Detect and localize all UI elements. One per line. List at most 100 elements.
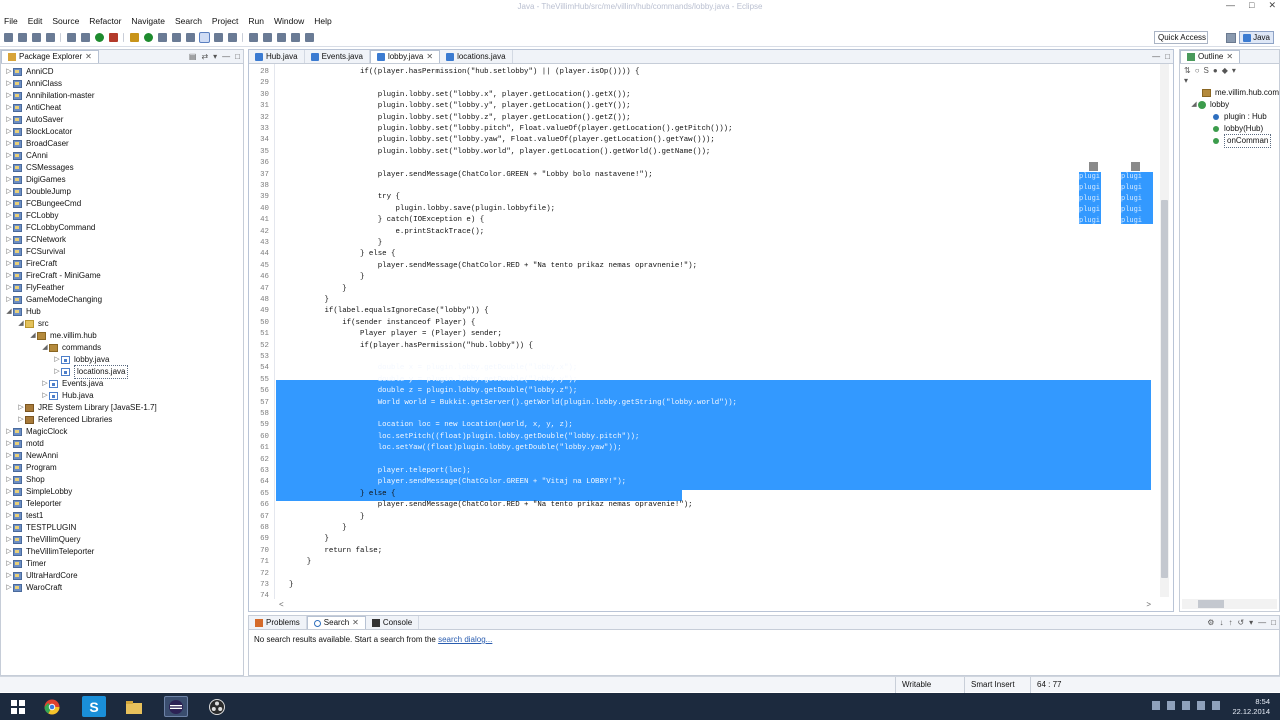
collapsed-arrow-icon[interactable]: ▷ (5, 258, 13, 270)
code-line[interactable]: 41 } catch(IOException e) { (249, 215, 1173, 226)
print-icon[interactable] (46, 33, 55, 42)
code-line[interactable]: 58 (249, 409, 1173, 420)
code-line[interactable]: 30 plugin.lobby.set("lobby.x", player.ge… (249, 90, 1173, 101)
scroll-left-icon[interactable]: < (279, 600, 284, 609)
expanded-arrow-icon[interactable]: ◢ (41, 342, 49, 354)
tab-console[interactable]: Console (366, 616, 420, 629)
tree-project[interactable]: ▷ FCSurvival (1, 246, 243, 258)
collapsed-arrow-icon[interactable]: ▷ (5, 138, 13, 150)
collapse-all-icon[interactable]: ▤ (189, 52, 197, 61)
code-line[interactable]: 48 } (249, 295, 1173, 306)
view-menu-icon[interactable]: ▾ (213, 52, 217, 61)
collapsed-arrow-icon[interactable]: ▷ (5, 486, 13, 498)
code-line[interactable]: 55 double y = plugin.lobby.getDouble("lo… (249, 375, 1173, 386)
code-line[interactable]: 46 } (249, 272, 1173, 283)
tree-project[interactable]: ▷ FCNetwork (1, 234, 243, 246)
java-perspective-button[interactable]: Java (1239, 31, 1274, 44)
collapsed-arrow-icon[interactable]: ▷ (41, 390, 49, 402)
code-line[interactable]: 67 } (249, 512, 1173, 523)
obs-icon[interactable] (205, 696, 229, 717)
tray-arrow-icon[interactable] (1152, 701, 1160, 710)
collapsed-arrow-icon[interactable]: ▷ (5, 234, 13, 246)
tray-volume-icon[interactable] (1197, 701, 1205, 710)
tab-locations-java[interactable]: locations.java (440, 50, 513, 63)
collapsed-arrow-icon[interactable]: ▷ (5, 162, 13, 174)
tree-project[interactable]: ▷ FlyFeather (1, 282, 243, 294)
hide-static-icon[interactable]: S (1204, 66, 1209, 75)
collapsed-arrow-icon[interactable]: ▷ (5, 522, 13, 534)
code-line[interactable]: 33 plugin.lobby.set("lobby.pitch", Float… (249, 124, 1173, 135)
tree-src-folder[interactable]: ◢ src (1, 318, 243, 330)
code-line[interactable]: 34 plugin.lobby.set("lobby.yaw", Float.v… (249, 135, 1173, 146)
tree-package[interactable]: ◢ commands (1, 342, 243, 354)
code-line[interactable]: 63 player.teleport(loc); (249, 466, 1173, 477)
expanded-arrow-icon[interactable]: ◢ (5, 306, 13, 318)
code-line[interactable]: 52 if(player.hasPermission("hub.lobby"))… (249, 341, 1173, 352)
code-line[interactable]: 50 if(sender instanceof Player) { (249, 318, 1173, 329)
tab-outline[interactable]: Outline ✕ (1180, 50, 1241, 63)
code-line[interactable]: 70 return false; (249, 546, 1173, 557)
close-button[interactable]: ✕ (1268, 0, 1276, 11)
tree-project[interactable]: ▷ motd (1, 438, 243, 450)
forward-icon[interactable] (305, 33, 314, 42)
code-line[interactable]: 43 } (249, 238, 1173, 249)
collapsed-arrow-icon[interactable]: ▷ (5, 66, 13, 78)
minimize-view-icon[interactable]: — (222, 52, 230, 61)
collapsed-arrow-icon[interactable]: ▷ (5, 114, 13, 126)
collapsed-arrow-icon[interactable]: ▷ (5, 462, 13, 474)
tree-file[interactable]: ▷ Events.java (1, 378, 243, 390)
close-icon[interactable]: ✕ (426, 51, 433, 63)
code-line[interactable]: 60 loc.setPitch((float)plugin.lobby.getD… (249, 432, 1173, 443)
tree-project[interactable]: ▷ GameModeChanging (1, 294, 243, 306)
collapsed-arrow-icon[interactable]: ▷ (5, 474, 13, 486)
code-line[interactable]: 71 } (249, 557, 1173, 568)
collapsed-arrow-icon[interactable]: ▷ (5, 438, 13, 450)
code-line[interactable]: 65 } else { (249, 489, 1173, 500)
tree-project[interactable]: ◢ Hub (1, 306, 243, 318)
collapsed-arrow-icon[interactable]: ▷ (53, 354, 61, 366)
tree-project[interactable]: ▷ CSMessages (1, 162, 243, 174)
tree-project[interactable]: ▷ WaroCraft (1, 582, 243, 594)
collapsed-arrow-icon[interactable]: ▷ (5, 282, 13, 294)
code-line[interactable]: 29 (249, 78, 1173, 89)
tree-project[interactable]: ▷ FireCraft - MiniGame (1, 270, 243, 282)
code-line[interactable]: 32 plugin.lobby.set("lobby.z", player.ge… (249, 113, 1173, 124)
code-line[interactable]: 40 plugin.lobby.save(plugin.lobbyfile); (249, 204, 1173, 215)
collapsed-arrow-icon[interactable]: ▷ (5, 582, 13, 594)
expanded-arrow-icon[interactable]: ◢ (17, 318, 25, 330)
expand-arrow-icon[interactable]: ◢ (1190, 99, 1198, 111)
collapsed-arrow-icon[interactable]: ▷ (5, 150, 13, 162)
tree-library[interactable]: ▷ JRE System Library [JavaSE-1.7] (1, 402, 243, 414)
collapsed-arrow-icon[interactable]: ▷ (5, 198, 13, 210)
outline-package[interactable]: me.villim.hub.com (1202, 87, 1279, 99)
tree-project[interactable]: ▷ Timer (1, 558, 243, 570)
tree-project[interactable]: ▷ Teleporter (1, 498, 243, 510)
chrome-icon[interactable] (40, 696, 64, 717)
build-icon[interactable] (67, 33, 76, 42)
history-icon[interactable]: ↺ (1237, 618, 1244, 627)
code-line[interactable]: 59 Location loc = new Location(world, x,… (249, 420, 1173, 431)
code-line[interactable]: 62 (249, 455, 1173, 466)
back-icon[interactable] (291, 33, 300, 42)
collapsed-arrow-icon[interactable]: ▷ (5, 534, 13, 546)
menu-refactor[interactable]: Refactor (89, 16, 121, 26)
menu-edit[interactable]: Edit (28, 16, 43, 26)
code-line[interactable]: 47 } (249, 284, 1173, 295)
tab-problems[interactable]: Problems (249, 616, 307, 629)
tree-project[interactable]: ▷ UltraHardCore (1, 570, 243, 582)
collapsed-arrow-icon[interactable]: ▷ (5, 174, 13, 186)
code-line[interactable]: 45 player.sendMessage(ChatColor.RED + "N… (249, 261, 1173, 272)
tree-project[interactable]: ▷ Program (1, 462, 243, 474)
new-class-icon[interactable] (144, 33, 153, 42)
code-line[interactable]: 44 } else { (249, 249, 1173, 260)
new-icon[interactable] (4, 33, 13, 42)
code-line[interactable]: 68 } (249, 523, 1173, 534)
tree-package[interactable]: ◢ me.villim.hub (1, 330, 243, 342)
outline-horizontal-scrollbar[interactable] (1182, 599, 1277, 609)
open-perspective-icon[interactable] (1226, 32, 1237, 43)
maximize-view-icon[interactable]: □ (1165, 52, 1170, 61)
scroll-thumb[interactable] (1198, 600, 1224, 608)
code-line[interactable]: 49 if(label.equalsIgnoreCase("lobby")) { (249, 306, 1173, 317)
collapsed-arrow-icon[interactable]: ▷ (5, 78, 13, 90)
annotation-icon[interactable] (186, 33, 195, 42)
